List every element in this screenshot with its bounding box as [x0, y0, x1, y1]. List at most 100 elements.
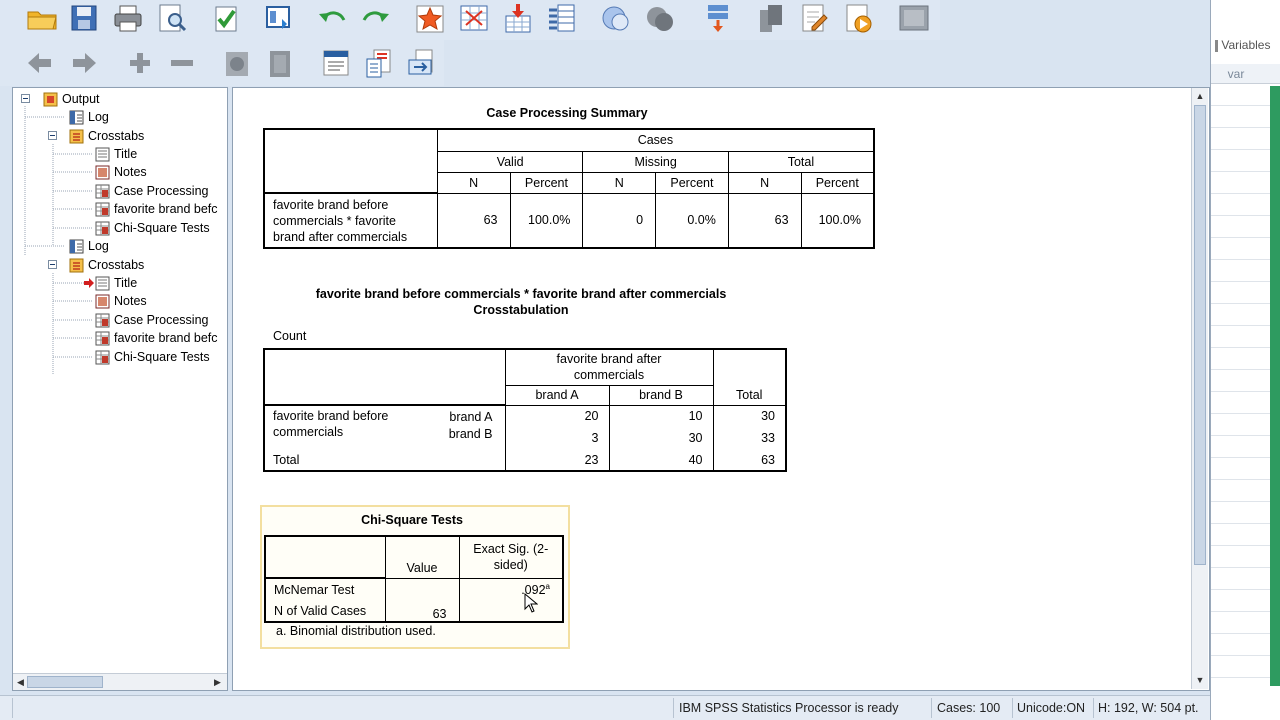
save-icon[interactable]: [66, 0, 102, 36]
scroll-thumb[interactable]: [1194, 105, 1206, 565]
row-category-label: brand B: [432, 427, 506, 449]
hide-output-icon[interactable]: [262, 45, 298, 81]
row-var-label-line: commercials: [273, 425, 344, 439]
crosstab-cell[interactable]: 10: [609, 405, 714, 427]
chi-square-table[interactable]: Value Exact Sig. (2- sided) McNemar Test…: [264, 535, 564, 623]
mcnemar-value-cell[interactable]: [385, 578, 460, 600]
designate-window-icon[interactable]: [752, 0, 788, 36]
output-content-pane: Case Processing Summary Cases Valid Miss…: [232, 87, 1210, 691]
crosstab-cell[interactable]: 33: [713, 427, 787, 449]
dialog-recall-icon[interactable]: [262, 0, 298, 36]
mcnemar-sig-cell[interactable]: .092a: [459, 578, 564, 600]
procedure-icon: [69, 129, 84, 144]
corner-cell: [262, 128, 438, 194]
export-icon[interactable]: [208, 0, 244, 36]
tree-item-case-processing[interactable]: Case Processing: [95, 182, 209, 200]
scroll-left-arrow-icon[interactable]: ◀: [14, 675, 27, 689]
goto-variable-icon[interactable]: [500, 0, 536, 36]
case-summary-table[interactable]: Cases Valid Missing Total N Percent N Pe…: [262, 128, 875, 249]
crosstab-cell[interactable]: 40: [609, 449, 714, 472]
tree-item-case-processing-2[interactable]: Case Processing: [95, 311, 209, 329]
crosstab-cell[interactable]: 3: [505, 427, 610, 449]
tree-item-crosstabs-2[interactable]: Crosstabs: [69, 256, 144, 274]
cases-status: Cases: 100: [937, 701, 1001, 715]
total-n-cell[interactable]: 63: [728, 193, 802, 249]
tree-item-label: Title: [114, 147, 138, 161]
scroll-thumb[interactable]: [27, 676, 103, 688]
tree-item-label: Case Processing: [114, 184, 209, 198]
total-row-label: Total: [263, 449, 506, 472]
variables-icon[interactable]: [544, 0, 580, 36]
show-all-icon[interactable]: [598, 0, 634, 36]
tree-item-label: Notes: [114, 294, 147, 308]
tree-item-crosstabs[interactable]: Crosstabs: [69, 127, 144, 145]
tree-item-notes-2[interactable]: Notes: [95, 292, 147, 310]
tree-item-log[interactable]: Log: [69, 108, 109, 126]
column-header-var[interactable]: var: [1211, 64, 1280, 84]
undo-icon[interactable]: [314, 0, 350, 36]
variables-tab[interactable]: Variables: [1211, 38, 1280, 58]
collapse-output-toggle[interactable]: [21, 94, 30, 103]
expand-plus-icon[interactable]: [122, 45, 158, 81]
brand-b-header: brand B: [609, 385, 714, 406]
back-arrow-icon[interactable]: [22, 45, 58, 81]
tree-item-crosstab-table-2[interactable]: favorite brand befc: [95, 329, 218, 347]
crosstab-cell[interactable]: 20: [505, 405, 610, 427]
tree-horizontal-scrollbar[interactable]: ◀ ▶: [13, 673, 227, 690]
content-vertical-scrollbar[interactable]: ▲ ▼: [1191, 88, 1208, 689]
dimensions-status: H: 192, W: 504 pt.: [1098, 701, 1199, 715]
scroll-down-arrow-icon[interactable]: ▼: [1193, 673, 1207, 687]
insert-title-icon[interactable]: [362, 45, 398, 81]
goto-case-icon[interactable]: [456, 0, 492, 36]
run-script-icon[interactable]: [840, 0, 876, 36]
tree-item-notes[interactable]: Notes: [95, 163, 147, 181]
crosstab-cell[interactable]: 30: [609, 427, 714, 449]
collapse-crosstabs-toggle-2[interactable]: [48, 260, 57, 269]
procedure-icon: [69, 258, 84, 273]
collapse-minus-icon[interactable]: [164, 45, 200, 81]
total-percent-cell[interactable]: 100.0%: [801, 193, 875, 249]
tree-item-chi-square-2[interactable]: Chi-Square Tests: [95, 348, 210, 366]
data-editor-scrollbar[interactable]: [1270, 86, 1280, 686]
table-icon: [95, 331, 110, 346]
missing-percent-cell[interactable]: 0.0%: [655, 193, 729, 249]
value-labels-icon[interactable]: [700, 0, 736, 36]
open-folder-icon[interactable]: [24, 0, 60, 36]
chi-square-selection-box[interactable]: Chi-Square Tests Value Exact Sig. (2- si…: [260, 505, 570, 649]
edit-script-icon[interactable]: [796, 0, 832, 36]
goto-data-icon[interactable]: [412, 0, 448, 36]
crosstab-title-line: favorite brand before commercials * favo…: [315, 287, 727, 301]
tree-item-output[interactable]: Output: [43, 90, 100, 108]
insert-text-icon[interactable]: [404, 45, 440, 81]
tree-item-title[interactable]: Title: [95, 145, 137, 163]
collapse-crosstabs-toggle[interactable]: [48, 131, 57, 140]
forward-arrow-icon[interactable]: [66, 45, 102, 81]
print-icon[interactable]: [110, 0, 146, 36]
valid-cases-value[interactable]: 63: [385, 600, 460, 623]
valid-n-cell[interactable]: 63: [437, 193, 511, 249]
tree-item-chi-square[interactable]: Chi-Square Tests: [95, 219, 210, 237]
crosstab-table[interactable]: favorite brand after commercials Total b…: [263, 348, 787, 472]
missing-n-cell[interactable]: 0: [582, 193, 657, 249]
tree-item-crosstab-table[interactable]: favorite brand befc: [95, 200, 218, 218]
hide-icon[interactable]: [642, 0, 678, 36]
corner-cell: [264, 535, 386, 579]
scroll-right-arrow-icon[interactable]: ▶: [211, 675, 224, 689]
insert-heading-icon[interactable]: [318, 45, 354, 81]
footnote-marker: a: [545, 581, 550, 591]
print-preview-icon[interactable]: [154, 0, 190, 36]
scroll-up-arrow-icon[interactable]: ▲: [1193, 89, 1207, 103]
valid-cases-sig-cell[interactable]: [459, 600, 564, 623]
valid-percent-cell[interactable]: 100.0%: [510, 193, 584, 249]
crosstab-cell[interactable]: 30: [713, 405, 787, 427]
redo-icon[interactable]: [358, 0, 394, 36]
designate-icon[interactable]: [896, 0, 932, 36]
show-icon[interactable]: [220, 45, 256, 81]
n-header: N: [728, 172, 802, 194]
row-label-line: commercials * favorite: [273, 213, 396, 228]
crosstab-cell[interactable]: 23: [505, 449, 610, 472]
crosstab-cell[interactable]: 63: [713, 449, 787, 472]
tree-item-log-2[interactable]: Log: [69, 237, 109, 255]
tree-item-title-2[interactable]: Title: [95, 274, 137, 292]
sig-header-line: Exact Sig. (2-: [473, 542, 549, 557]
